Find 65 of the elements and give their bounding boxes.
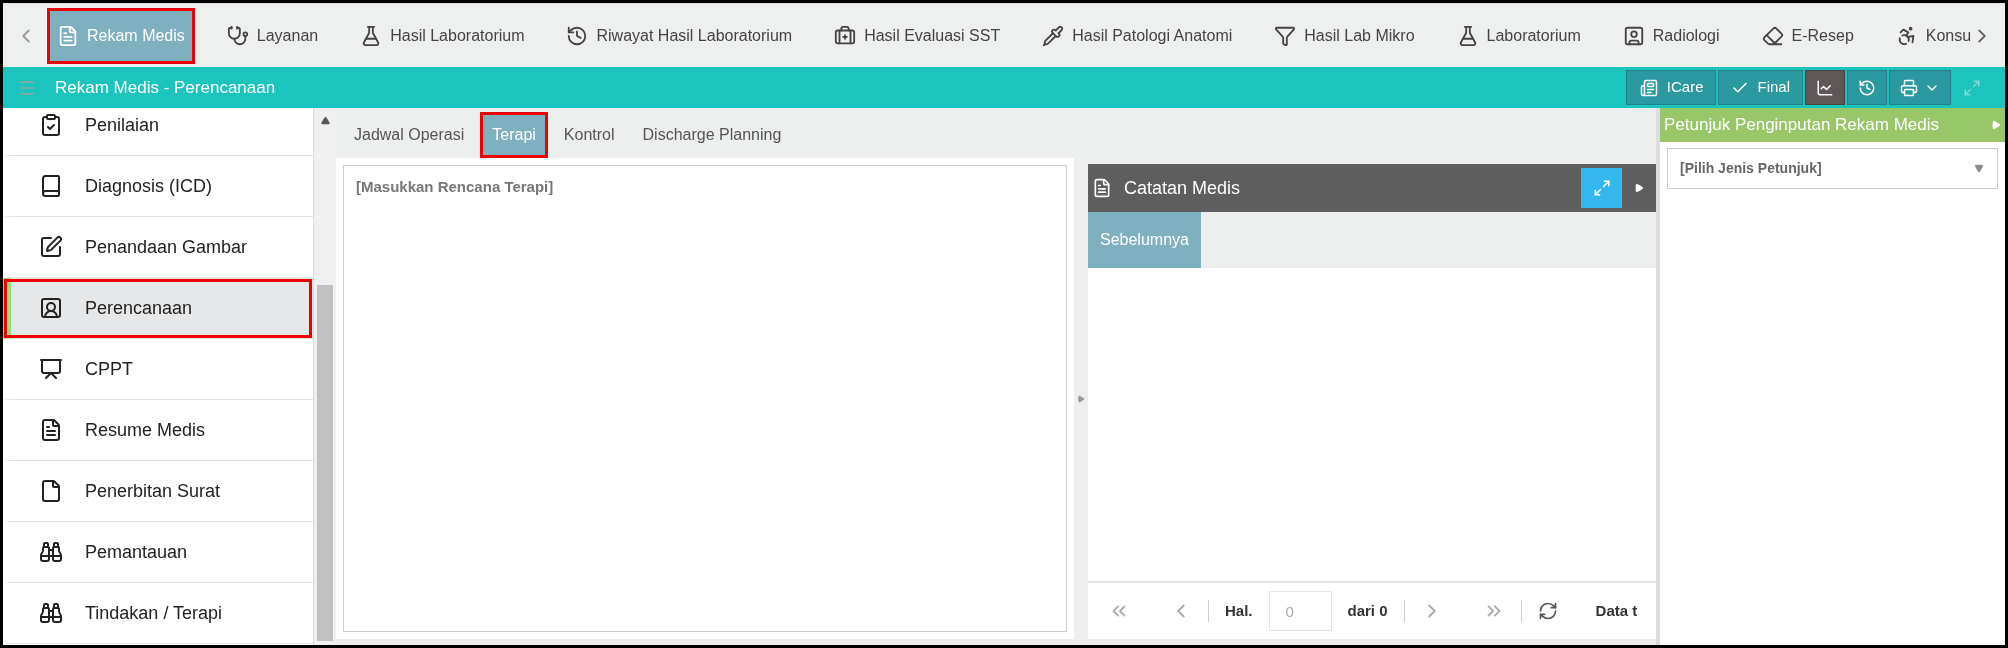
tab[interactable]: Discharge Planning bbox=[630, 112, 794, 158]
sidebar-label: Resume Medis bbox=[85, 418, 206, 442]
splitter-arrow-icon bbox=[1077, 394, 1085, 403]
nav-tab[interactable]: Radiologi bbox=[1612, 7, 1730, 64]
select-placeholder: [Pilih Jenis Petunjuk] bbox=[1680, 159, 1822, 178]
line-chart-icon bbox=[1816, 78, 1834, 97]
nav-tab[interactable]: Hasil Patologi Anatomi bbox=[1032, 7, 1243, 64]
edit-icon bbox=[39, 235, 63, 259]
sidebar-label: Penerbitan Surat bbox=[85, 479, 221, 503]
nav-tab[interactable]: E-Resep bbox=[1751, 7, 1864, 64]
sidebar-label: Tindakan / Terapi bbox=[85, 601, 223, 625]
sidebar-label: Penandaan Gambar bbox=[85, 235, 248, 259]
chart-board-icon bbox=[39, 357, 63, 381]
expand-button[interactable] bbox=[1581, 168, 1622, 208]
collapse-arrow-icon[interactable] bbox=[1634, 182, 1644, 194]
book-icon bbox=[39, 174, 63, 198]
expand-icon bbox=[1592, 179, 1611, 197]
document-icon bbox=[1092, 178, 1112, 198]
sidebar-label: CPPT bbox=[85, 357, 133, 381]
therapy-text-field[interactable]: [Masukkan Rencana Terapi] bbox=[343, 165, 1067, 632]
refresh-icon[interactable] bbox=[1537, 601, 1558, 621]
sidebar-item[interactable]: Perencanaan bbox=[3, 278, 313, 339]
pipette-icon bbox=[1042, 24, 1065, 47]
guide-type-select[interactable]: [Pilih Jenis Petunjuk] bbox=[1667, 148, 1998, 189]
history-button[interactable] bbox=[1847, 70, 1887, 105]
dropdown-caret-icon bbox=[1973, 164, 1985, 173]
tab[interactable]: Kontrol bbox=[551, 112, 627, 158]
page-count: dari 0 bbox=[1347, 600, 1388, 621]
eraser-icon bbox=[1761, 24, 1784, 47]
history-icon bbox=[566, 24, 589, 47]
history-icon bbox=[1858, 78, 1876, 97]
nav-tab[interactable]: Hasil Laboratorium bbox=[350, 7, 535, 64]
printer-icon bbox=[1900, 78, 1918, 97]
record-info: Data t bbox=[1595, 600, 1638, 621]
scroll-up-icon[interactable] bbox=[320, 116, 330, 125]
nav-tab[interactable]: Layanan bbox=[216, 7, 329, 64]
document-icon bbox=[57, 24, 79, 47]
tab[interactable]: Jadwal Operasi bbox=[342, 112, 477, 158]
print-button[interactable] bbox=[1889, 70, 1951, 105]
page-label: Hal. bbox=[1225, 600, 1253, 621]
guide-title: Petunjuk Penginputan Rekam Medis bbox=[1664, 114, 1939, 137]
expand-icon bbox=[1963, 78, 1981, 97]
nav-tab[interactable]: Hasil Evaluasi SST bbox=[824, 7, 1011, 64]
doctor-icon bbox=[226, 24, 249, 47]
funnel-icon bbox=[1274, 24, 1297, 47]
document-icon bbox=[39, 418, 63, 442]
page-title: Rekam Medis - Perencanaan bbox=[55, 76, 276, 99]
nav-tab[interactable]: Laboratorium bbox=[1446, 7, 1591, 64]
notes-title: Catatan Medis bbox=[1124, 176, 1241, 200]
sidebar-label: Diagnosis (ICD) bbox=[85, 174, 213, 198]
nav-tab[interactable]: Hasil Lab Mikro bbox=[1264, 7, 1425, 64]
sidebar-label: Pemantauan bbox=[85, 540, 188, 564]
binoculars-icon bbox=[39, 540, 63, 564]
card-icon bbox=[1638, 78, 1659, 97]
medical-kit-icon bbox=[834, 24, 857, 47]
file-icon bbox=[39, 479, 63, 503]
nav-tab[interactable]: Konsu bbox=[1885, 7, 1982, 64]
chart-button[interactable] bbox=[1805, 70, 1845, 105]
nav-tab[interactable]: Riwayat Hasil Laboratorium bbox=[556, 7, 803, 64]
sidebar-label: Perencanaan bbox=[85, 296, 193, 320]
person-badge-icon bbox=[1622, 24, 1645, 47]
clipboard-check-icon bbox=[39, 113, 63, 137]
sidebar-scrollbar[interactable] bbox=[314, 108, 336, 645]
binoculars-icon bbox=[39, 601, 63, 625]
sidebar-label: Penilaian bbox=[85, 113, 160, 137]
